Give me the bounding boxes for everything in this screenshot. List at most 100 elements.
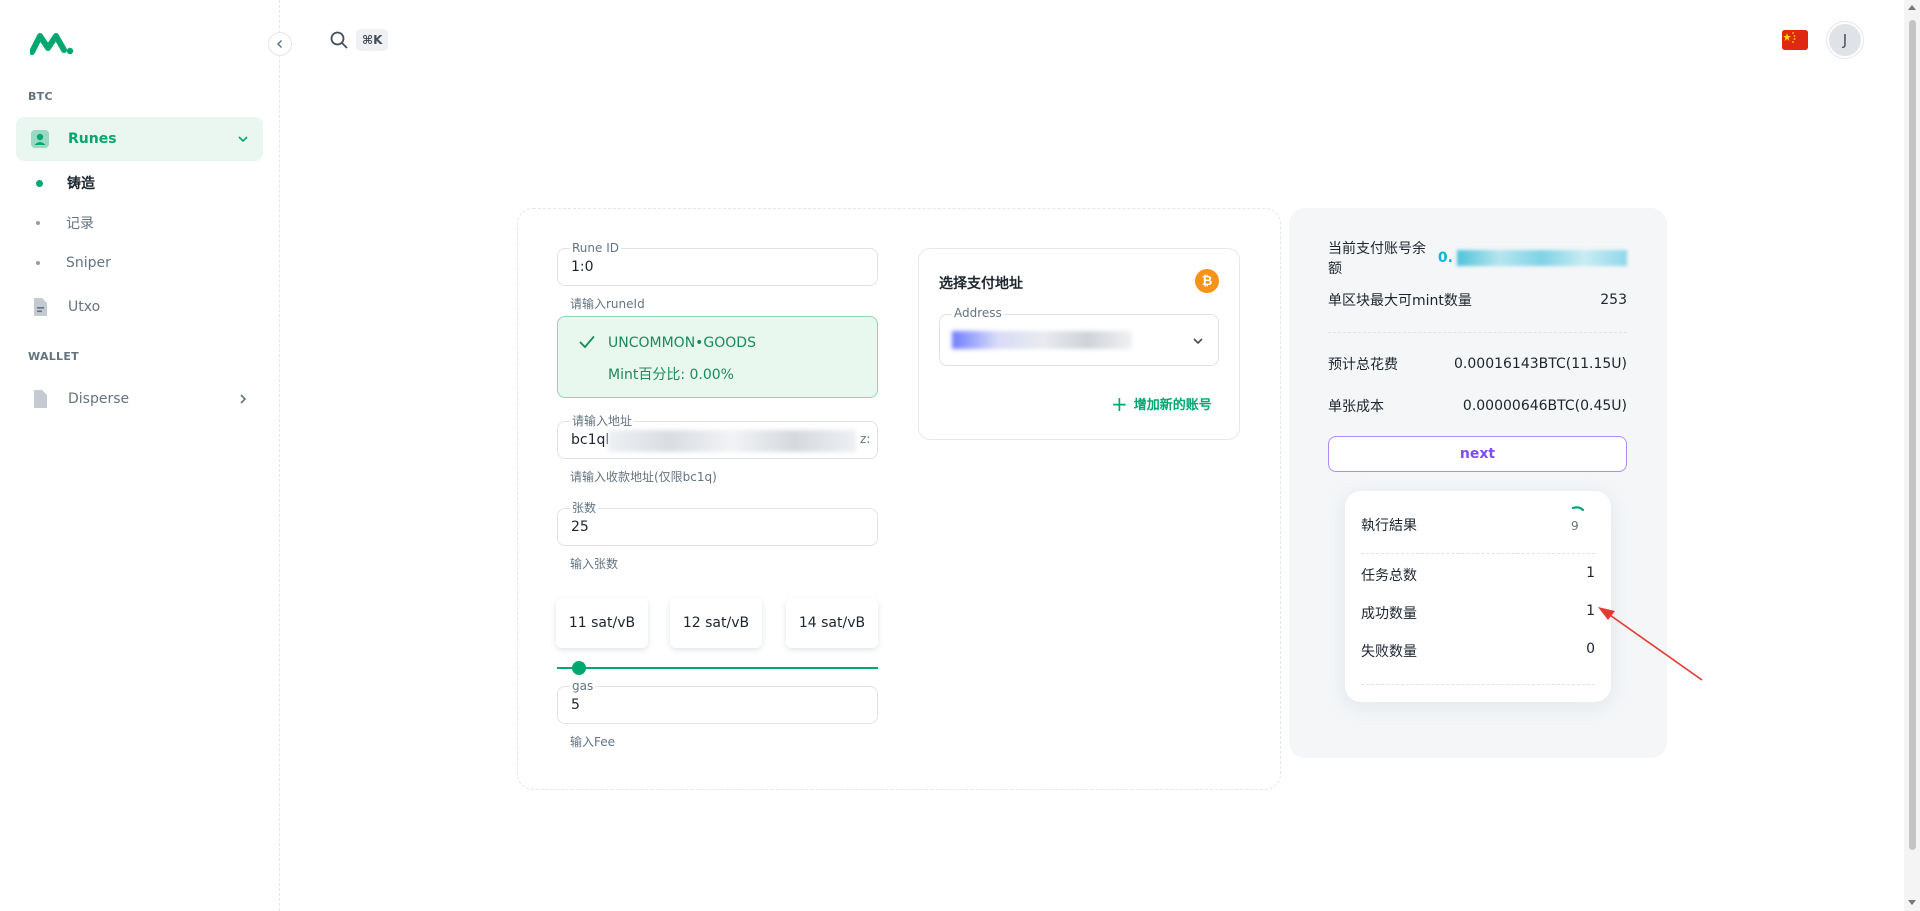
success-label: 成功数量 bbox=[1361, 606, 1417, 622]
mint-percent: Mint百分比: 0.00% bbox=[608, 367, 734, 383]
scrollbar-thumb[interactable] bbox=[1909, 20, 1916, 850]
bitcoin-icon: ₿ bbox=[1195, 269, 1219, 293]
divider bbox=[1361, 553, 1595, 554]
field-label: 请输入地址 bbox=[570, 414, 635, 428]
max-mint-label: 单区块最大可mint数量 bbox=[1328, 293, 1472, 309]
next-button[interactable]: next bbox=[1328, 436, 1627, 472]
chevron-left-icon bbox=[276, 39, 283, 49]
sidebar-item-label: Disperse bbox=[68, 391, 130, 407]
collapse-sidebar-button[interactable] bbox=[268, 32, 292, 56]
result-title: 執行結果 bbox=[1361, 518, 1417, 534]
sub-item-sniper[interactable]: Sniper bbox=[36, 248, 111, 278]
annotation-arrow-icon bbox=[1598, 607, 1703, 681]
sidebar-item-utxo[interactable]: Utxo bbox=[16, 285, 263, 329]
redacted-payment-address bbox=[952, 331, 1132, 349]
page-scrollbar[interactable] bbox=[1904, 0, 1920, 911]
document-icon bbox=[30, 297, 50, 317]
fail-value: 0 bbox=[1586, 641, 1595, 657]
sidebar-item-runes[interactable]: Runes bbox=[16, 117, 263, 161]
field-label: 张数 bbox=[570, 501, 599, 515]
china-flag-icon[interactable] bbox=[1782, 30, 1808, 50]
balance-label: 当前支付账号余额 bbox=[1328, 241, 1426, 277]
result-header: 執行結果 bbox=[1361, 515, 1595, 535]
total-tasks-row: 任务总数 1 bbox=[1361, 565, 1595, 585]
success-row: 成功数量 1 bbox=[1361, 603, 1595, 623]
avatar[interactable]: J bbox=[1827, 22, 1863, 58]
total-fee-value: 0.00016143BTC(11.15U) bbox=[1454, 356, 1627, 372]
payment-address-card: 选择支付地址 ₿ Address + 增加新的账号 bbox=[918, 248, 1240, 440]
rune-id-input[interactable]: 1:0 bbox=[571, 259, 594, 275]
fee-option-fast[interactable]: 14 sat/vB bbox=[786, 598, 878, 648]
payment-title: 选择支付地址 bbox=[939, 276, 1023, 292]
sub-item-label: 记录 bbox=[66, 216, 94, 232]
fee-slider-track[interactable] bbox=[557, 667, 878, 669]
spinner-count: 9 bbox=[1571, 519, 1579, 533]
total-fee-label: 预计总花费 bbox=[1328, 357, 1398, 373]
file-icon bbox=[30, 389, 50, 409]
dot-icon bbox=[36, 221, 40, 225]
total-tasks-value: 1 bbox=[1586, 565, 1595, 581]
divider bbox=[1361, 684, 1595, 685]
max-mint-row: 单区块最大可mint数量 253 bbox=[1328, 290, 1627, 310]
scroll-up-arrow-icon[interactable] bbox=[1908, 5, 1916, 10]
rune-id-field[interactable]: Rune ID 1:0 bbox=[557, 241, 878, 286]
field-label: Address bbox=[952, 306, 1004, 320]
sidebar-item-disperse[interactable]: Disperse bbox=[16, 377, 263, 421]
divider bbox=[1328, 332, 1627, 333]
loading-spinner-icon bbox=[1571, 506, 1585, 512]
sub-item-records[interactable]: 记录 bbox=[36, 208, 94, 238]
gas-field[interactable]: gas 5 bbox=[557, 679, 878, 724]
max-mint-value: 253 bbox=[1600, 292, 1627, 308]
sub-item-label: 铸造 bbox=[67, 176, 95, 192]
success-value: 1 bbox=[1586, 603, 1595, 619]
app-logo[interactable] bbox=[30, 30, 74, 56]
sidebar-item-label: Runes bbox=[68, 131, 117, 147]
gas-input[interactable]: 5 bbox=[571, 697, 580, 713]
fee-slider-thumb[interactable] bbox=[572, 661, 586, 675]
unit-cost-label: 单张成本 bbox=[1328, 399, 1384, 415]
payment-address-select[interactable]: Address bbox=[939, 306, 1219, 366]
active-dot-icon bbox=[36, 179, 43, 187]
add-account-label: 增加新的账号 bbox=[1133, 398, 1212, 413]
plus-icon: + bbox=[1111, 391, 1128, 416]
total-fee-row: 预计总花费 0.00016143BTC(11.15U) bbox=[1328, 354, 1627, 374]
balance-row: 当前支付账号余额 0. bbox=[1328, 241, 1627, 277]
check-icon bbox=[579, 336, 595, 349]
unit-cost-row: 单张成本 0.00000646BTC(0.45U) bbox=[1328, 396, 1627, 416]
chevron-right-icon bbox=[240, 394, 247, 404]
user-card-icon bbox=[30, 129, 50, 149]
sub-item-mint[interactable]: 铸造 bbox=[36, 168, 95, 198]
scroll-down-arrow-icon[interactable] bbox=[1908, 900, 1916, 905]
redacted-address bbox=[608, 430, 856, 452]
quantity-input[interactable]: 25 bbox=[571, 519, 589, 535]
total-tasks-label: 任务总数 bbox=[1361, 568, 1417, 584]
fee-option-medium[interactable]: 12 sat/vB bbox=[670, 598, 762, 648]
address-helper: 请输入收款地址(仅限bc1q) bbox=[570, 470, 717, 484]
quantity-field[interactable]: 张数 25 bbox=[557, 501, 878, 546]
dot-icon bbox=[36, 261, 40, 265]
sub-item-label: Sniper bbox=[66, 255, 111, 271]
add-account-button[interactable]: + 增加新的账号 bbox=[1111, 391, 1212, 416]
fail-label: 失败数量 bbox=[1361, 644, 1417, 660]
balance-value: 0. bbox=[1437, 250, 1453, 266]
unit-cost-value: 0.00000646BTC(0.45U) bbox=[1462, 398, 1627, 414]
quantity-helper: 输入张数 bbox=[570, 557, 619, 571]
field-label: gas bbox=[570, 679, 596, 693]
gas-helper: 输入Fee bbox=[570, 735, 616, 749]
sidebar-item-label: Utxo bbox=[68, 299, 101, 315]
search-shortcut-badge[interactable]: ⌘K bbox=[356, 29, 389, 51]
search-icon[interactable] bbox=[330, 31, 348, 49]
receive-address-field[interactable]: 请输入地址 bc1ql z: bbox=[557, 414, 878, 459]
redacted-balance bbox=[1456, 250, 1627, 266]
chevron-down-icon bbox=[238, 136, 248, 143]
execution-result-card: 執行結果 9 任务总数 1 成功数量 1 失败数量 0 bbox=[1345, 491, 1611, 702]
section-title-btc: BTC bbox=[28, 90, 53, 103]
fee-option-slow[interactable]: 11 sat/vB bbox=[556, 598, 648, 648]
address-input-end: z: bbox=[860, 432, 871, 446]
rune-status-alert: UNCOMMON•GOODS Mint百分比: 0.00% bbox=[557, 316, 878, 398]
address-input-start[interactable]: bc1ql bbox=[571, 432, 609, 448]
section-title-wallet: WALLET bbox=[28, 350, 79, 363]
chevron-down-icon bbox=[1193, 338, 1203, 345]
sidebar: BTC Runes 铸造 记录 Sniper Utxo WALLET Dispe… bbox=[0, 0, 280, 911]
rune-name: UNCOMMON•GOODS bbox=[608, 335, 756, 351]
